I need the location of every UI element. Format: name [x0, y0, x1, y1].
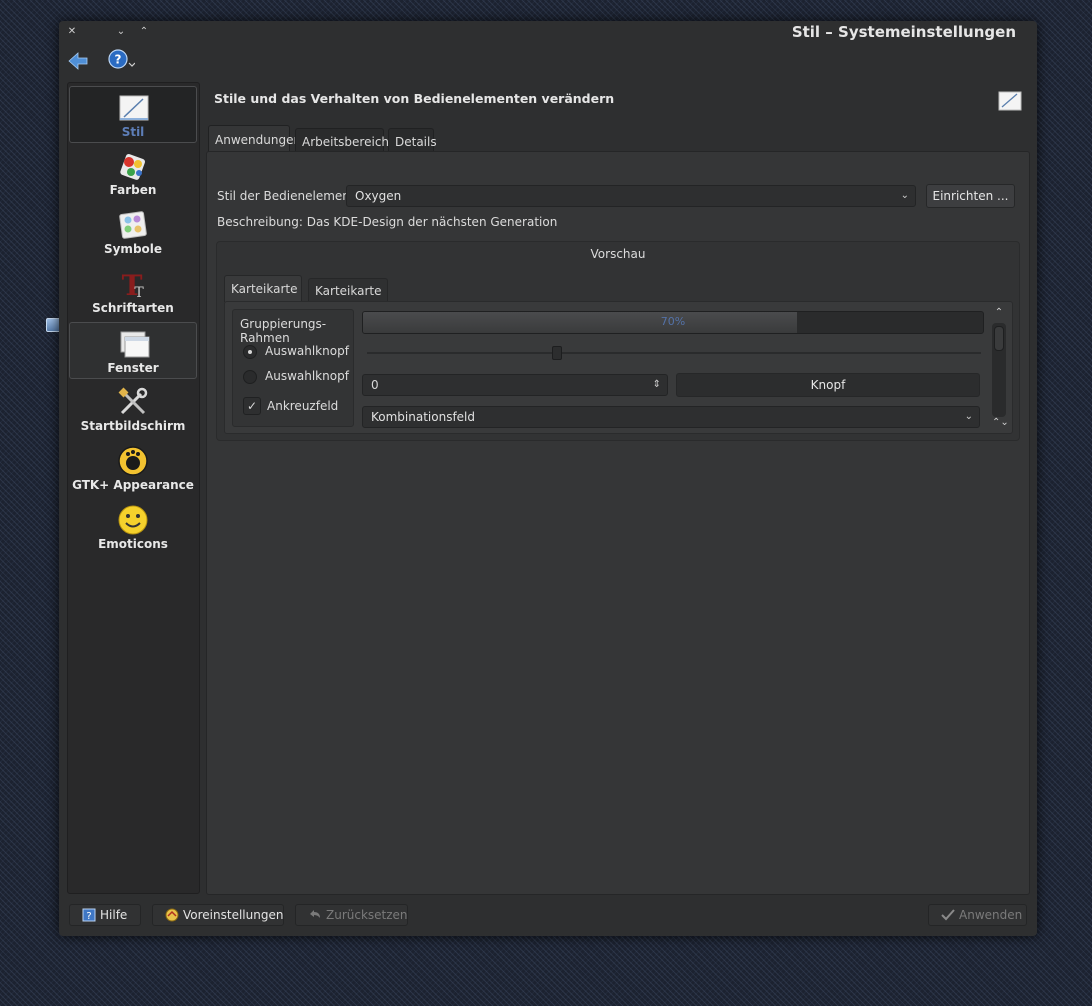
combo-box-value: Kombinationsfeld: [371, 410, 476, 424]
sidebar-item-farben[interactable]: Farben: [69, 145, 197, 202]
scrollbar-track[interactable]: [992, 323, 1006, 417]
help-icon[interactable]: ?: [107, 48, 135, 72]
group-box: Gruppierungs-Rahmen Auswahlknopf Auswahl…: [232, 309, 354, 427]
progress-bar: 70%: [362, 311, 984, 334]
sidebar-item-label: Fenster: [107, 361, 159, 375]
emoticon-icon: [118, 505, 148, 535]
back-arrow-icon[interactable]: [67, 50, 89, 72]
sidebar-item-symbole[interactable]: Symbole: [69, 204, 197, 261]
checkmark-icon: [941, 909, 955, 921]
sidebar-item-label: GTK+ Appearance: [72, 478, 194, 492]
reset-button[interactable]: Zurücksetzen: [295, 904, 408, 926]
preview-title: Vorschau: [590, 247, 646, 261]
main-content: Stile und das Verhalten von Bedienelemen…: [206, 82, 1030, 895]
chevron-down-icon: ⌄: [964, 411, 973, 422]
defaults-icon: [165, 908, 179, 922]
window-icon: [120, 331, 150, 358]
sidebar-item-label: Startbildschirm: [80, 419, 186, 433]
svg-text:T: T: [134, 285, 144, 300]
sidebar-item-fenster[interactable]: Fenster: [69, 322, 197, 379]
sidebar-item-label: Farben: [109, 183, 157, 197]
style-description: Beschreibung: Das KDE-Design der nächste…: [217, 215, 558, 229]
style-select-value: Oxygen: [355, 189, 402, 203]
style-icon: [998, 91, 1022, 111]
gtk-icon: [118, 446, 148, 476]
radio-button-1[interactable]: [243, 345, 257, 359]
icons-icon: [119, 211, 147, 239]
configure-button[interactable]: Einrichten ...: [926, 184, 1015, 208]
defaults-button-label: Voreinstellungen: [183, 908, 284, 922]
sidebar-item-label: Stil: [121, 125, 145, 139]
radio-label-1: Auswahlknopf: [265, 344, 349, 358]
checkbox-label: Ankreuzfeld: [267, 399, 339, 413]
radio-label-2: Auswahlknopf: [265, 369, 349, 383]
tab-anwendungen[interactable]: Anwendungen: [208, 125, 301, 154]
settings-window: ✕ ⌄ ⌃ Stil – Systemeinstellungen ? Stil: [59, 21, 1037, 936]
chevron-up-icon[interactable]: ⌃: [137, 25, 151, 39]
knopf-button[interactable]: Knopf: [676, 373, 980, 397]
svg-text:?: ?: [115, 53, 122, 67]
style-select[interactable]: Oxygen ⌄: [346, 185, 916, 207]
sidebar-item-label: Emoticons: [98, 537, 168, 551]
tab-panel: Stil der Bedienelemente: Oxygen ⌄ Einric…: [206, 151, 1030, 895]
defaults-button[interactable]: Voreinstellungen: [152, 904, 284, 926]
sidebar-item-gtk[interactable]: GTK+ Appearance: [69, 440, 197, 497]
sidebar-item-schriftarten[interactable]: T T Schriftarten: [69, 263, 197, 320]
preview-frame: Vorschau Karteikarte 1 Karteikarte 2 Gru…: [216, 241, 1020, 441]
spin-box[interactable]: 0 ⇕: [362, 374, 668, 396]
tab-karteikarte-2[interactable]: Karteikarte 2: [308, 278, 388, 322]
window-title: Stil – Systemeinstellungen: [791, 23, 1016, 41]
radio-button-2[interactable]: [243, 370, 257, 384]
style-label: Stil der Bedienelemente:: [217, 189, 367, 203]
preview-tab-panel: Gruppierungs-Rahmen Auswahlknopf Auswahl…: [224, 301, 1013, 434]
page-heading: Stile und das Verhalten von Bedienelemen…: [214, 91, 615, 106]
tab-karteikarte-1[interactable]: Karteikarte 1: [224, 275, 302, 323]
sidebar-item-stil[interactable]: Stil: [69, 86, 197, 143]
spin-box-value: 0: [371, 378, 379, 392]
scrollbar-thumb[interactable]: [994, 326, 1004, 351]
category-sidebar: Stil Farben Symbole T T Schriftarten Fen…: [67, 82, 200, 894]
sidebar-item-label: Schriftarten: [92, 301, 174, 315]
progress-text: 70%: [660, 315, 686, 328]
slider-handle[interactable]: [552, 346, 563, 360]
apply-button-label: Anwenden: [959, 908, 1023, 922]
sidebar-item-emoticons[interactable]: Emoticons: [69, 499, 197, 556]
sidebar-item-label: Symbole: [103, 242, 163, 256]
splash-icon: [118, 387, 148, 415]
checkbox[interactable]: ✓: [243, 397, 261, 415]
help-button[interactable]: ? Hilfe: [69, 904, 141, 926]
toolbar: ?: [59, 47, 1037, 75]
close-icon[interactable]: ✕: [65, 25, 79, 39]
style-icon: [119, 95, 149, 121]
reset-button-label: Zurücksetzen: [326, 908, 408, 922]
undo-icon: [310, 910, 320, 918]
slider-track[interactable]: [367, 352, 981, 354]
apply-button[interactable]: Anwenden: [928, 904, 1027, 926]
combo-box[interactable]: Kombinationsfeld ⌄: [362, 406, 980, 428]
colors-icon: [120, 154, 145, 180]
spin-arrows-icon[interactable]: ⇕: [653, 375, 661, 395]
fonts-icon: T T: [122, 269, 145, 300]
titlebar: ✕ ⌄ ⌃ Stil – Systemeinstellungen: [59, 21, 1037, 45]
chevron-down-icon[interactable]: ⌄: [114, 25, 128, 39]
scroll-down-icon[interactable]: ⌃⌄: [992, 417, 1009, 429]
group-box-title: Gruppierungs-Rahmen: [240, 317, 327, 345]
svg-text:?: ?: [86, 911, 91, 922]
help-book-icon: ?: [82, 908, 96, 922]
sidebar-item-startbildschirm[interactable]: Startbildschirm: [69, 381, 197, 438]
scroll-up-icon[interactable]: ⌃: [992, 307, 1006, 319]
vertical-scrollbar[interactable]: ⌃ ⌃⌄: [992, 307, 1009, 431]
chevron-down-icon: ⌄: [900, 190, 909, 201]
help-button-label: Hilfe: [100, 908, 128, 922]
